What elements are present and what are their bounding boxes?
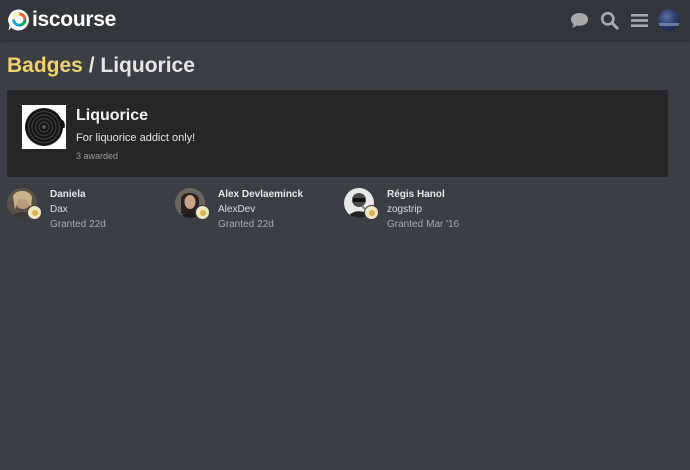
grantee-name[interactable]: Alex Devlaeminck <box>218 189 303 200</box>
grantee-item[interactable]: Régis Hanol zogstrip Granted Mar '16 <box>344 188 509 234</box>
badge-image <box>22 105 66 149</box>
badge-grantees-list: Daniela Dax Granted 22d Alex Devlaeminck … <box>7 188 668 238</box>
header-actions <box>564 0 690 40</box>
badge-mini-icon <box>27 205 42 220</box>
grantee-item[interactable]: Alex Devlaeminck AlexDev Granted 22d <box>175 188 340 234</box>
badge-mini-icon <box>195 205 210 220</box>
discourse-logo-icon <box>8 9 29 31</box>
page-title: Liquorice <box>100 54 195 77</box>
hamburger-menu-icon <box>630 13 648 27</box>
badge-description: For liquorice addict only! <box>76 132 196 144</box>
search-icon <box>600 11 619 30</box>
grantee-item[interactable]: Daniela Dax Granted 22d <box>7 188 167 234</box>
liquorice-wheel-icon <box>25 108 65 146</box>
grantee-name[interactable]: Régis Hanol <box>387 189 445 200</box>
site-header: iscourse <box>0 0 690 40</box>
chat-button[interactable] <box>564 0 594 40</box>
search-button[interactable] <box>594 0 624 40</box>
grantee-granted-date: Granted 22d <box>50 219 106 230</box>
grantee-granted-date: Granted Mar '16 <box>387 219 460 230</box>
badge-awarded-count: 3 awarded <box>76 151 119 161</box>
grantee-granted-date: Granted 22d <box>218 219 274 230</box>
breadcrumb: Badges / Liquorice <box>7 53 195 79</box>
menu-button[interactable] <box>624 0 654 40</box>
site-logo[interactable]: iscourse <box>7 8 116 32</box>
grantee-username: AlexDev <box>218 204 256 215</box>
badge-mini-icon <box>364 205 379 220</box>
breadcrumb-separator: / <box>88 54 95 77</box>
grantee-username: Dax <box>50 204 68 215</box>
logo-wordmark: iscourse <box>32 8 116 31</box>
breadcrumb-badges-link[interactable]: Badges <box>7 54 83 77</box>
badge-card: Liquorice For liquorice addict only! 3 a… <box>7 90 668 177</box>
grantee-name[interactable]: Daniela <box>50 189 86 200</box>
grantee-username: zogstrip <box>387 204 423 215</box>
current-user-avatar[interactable] <box>658 9 680 31</box>
chat-bubble-icon <box>570 12 588 28</box>
badge-name: Liquorice <box>76 107 149 124</box>
